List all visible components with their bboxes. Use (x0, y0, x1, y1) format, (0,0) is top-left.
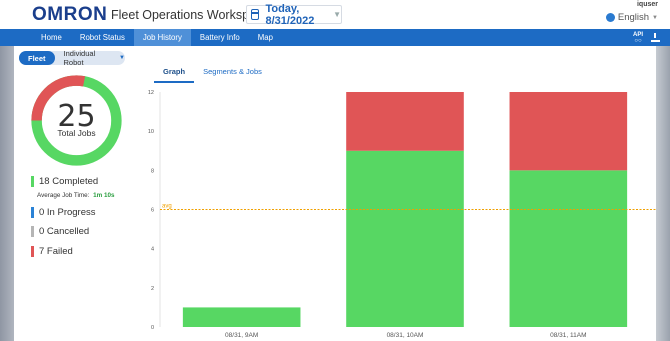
completed-text: 18 Completed (39, 176, 99, 187)
bar-completed (346, 150, 464, 327)
stat-failed: 7 Failed (31, 246, 73, 257)
y-tick-label: 12 (148, 90, 154, 96)
x-tick-label: 08/31, 11AM (550, 332, 586, 339)
average-job-time: Average Job Time: 1m 10s (37, 192, 115, 199)
y-tick-label: 10 (148, 129, 154, 135)
tab-graph[interactable]: Graph (154, 64, 195, 83)
header: OMRON Fleet Operations Workspace iQ Toda… (0, 0, 670, 29)
download-icon[interactable] (651, 33, 660, 42)
y-tick-label: 4 (151, 247, 154, 253)
chevron-down-icon: ▼ (333, 10, 341, 19)
toggle-robot-label: Individual Robot (63, 49, 96, 67)
y-tick-label: 6 (151, 208, 154, 214)
toggle-fleet[interactable]: Fleet (19, 51, 55, 65)
bar-completed (182, 307, 301, 327)
job-history-bar-chart: 0 2 4 6 8 10 12 08/31, 9AM 08/31, 10AM 08/31, 11A… (148, 90, 656, 339)
x-tick-label: 08/31, 9AM (225, 332, 258, 339)
y-tick-label: 0 (151, 325, 154, 331)
in-progress-marker (31, 207, 34, 218)
bar-failed (509, 92, 628, 171)
y-tick-label: 8 (151, 168, 154, 174)
total-jobs-label: Total Jobs (57, 128, 96, 138)
nav-map[interactable]: Map (249, 29, 282, 46)
app-window: OMRON Fleet Operations Workspace iQ Toda… (0, 0, 670, 341)
api-icon[interactable]: API ○○ (633, 32, 643, 44)
bar-failed (346, 92, 464, 151)
calendar-icon (251, 9, 260, 20)
failed-text: 7 Failed (39, 246, 73, 257)
completed-marker (31, 176, 34, 187)
toggle-individual-robot[interactable]: Individual Robot ▼ (55, 49, 125, 67)
globe-icon (605, 13, 615, 22)
cancelled-marker (31, 226, 34, 237)
x-tick-label: 08/31, 10AM (387, 332, 424, 339)
nav-battery-info[interactable]: Battery Info (191, 29, 249, 46)
bar-completed (509, 170, 628, 327)
chevron-down-icon: ▼ (652, 14, 658, 21)
fleet-robot-toggle[interactable]: Fleet Individual Robot ▼ (19, 49, 125, 67)
stat-in-progress: 0 In Progress (31, 207, 96, 218)
user-name[interactable]: iquser (637, 1, 658, 8)
avg-value: 1m 10s (93, 192, 115, 199)
chevron-down-icon: ▼ (119, 55, 125, 61)
stat-cancelled: 0 Cancelled (31, 226, 89, 237)
date-value: Today, 8/31/2022 (265, 2, 315, 27)
y-tick-label: 2 (151, 286, 154, 292)
omron-logo[interactable]: OMRON (32, 4, 107, 26)
average-line-label: avg (162, 204, 172, 210)
view-tabs: Graph Segments & Jobs (154, 64, 271, 83)
tab-segments-jobs[interactable]: Segments & Jobs (194, 64, 271, 83)
main-nav: Home Robot Status Job History Battery In… (0, 29, 670, 46)
date-picker[interactable]: Today, 8/31/2022 ▼ (246, 2, 342, 27)
language-selector[interactable]: English ▼ (605, 12, 658, 23)
stat-completed: 18 Completed (31, 176, 98, 187)
failed-marker (31, 246, 34, 257)
cancelled-text: 0 Cancelled (39, 226, 90, 237)
nav-job-history[interactable]: Job History (133, 29, 191, 46)
nav-robot-status[interactable]: Robot Status (71, 29, 134, 46)
api-label: API (632, 31, 643, 38)
in-progress-text: 0 In Progress (39, 207, 96, 218)
language-label: English (617, 12, 650, 23)
main-panel: Fleet Individual Robot ▼ 25 Total Jobs 1… (14, 46, 656, 341)
nav-home[interactable]: Home (32, 29, 71, 46)
avg-label: Average Job Time: (37, 192, 90, 199)
